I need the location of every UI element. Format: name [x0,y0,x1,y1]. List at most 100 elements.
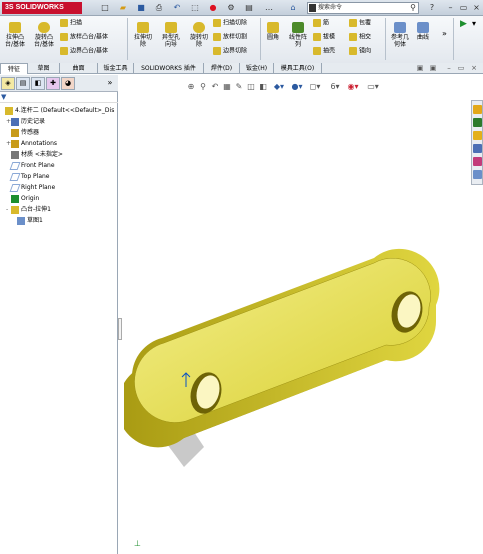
window-minimize-icon[interactable]: – [444,64,454,73]
sweep-button[interactable]: 扫描 [60,19,82,28]
mirror-button[interactable]: 镜向 [349,47,371,56]
more-commands-icon[interactable]: … [262,2,276,14]
history-icon [11,117,19,126]
tree-item-label: Origin [21,195,40,202]
hole-wizard-button[interactable]: 异型孔 向导 [157,22,185,48]
intersect-button[interactable]: 相交 [349,33,371,42]
design-library-icon[interactable] [473,118,482,127]
tile-icon[interactable]: ▣ [415,64,425,73]
tab-sheet-metal-tools[interactable]: 钣金工具 [98,63,134,74]
select-icon[interactable]: ⬚ [188,2,202,14]
fillet-icon [267,22,279,33]
tree-item[interactable]: + 历史记录 [6,116,45,127]
extrude-boss-button[interactable]: 拉伸凸 台/基体 [2,22,28,48]
sweep-icon [60,19,68,27]
linear-pattern-button[interactable]: 线性阵 列 [285,22,311,48]
custom-properties-icon[interactable] [473,170,482,179]
tab-features[interactable]: 特征 [0,63,28,74]
options-icon[interactable]: ⚙ [224,2,238,14]
tab-solidworks-addins[interactable]: SOLIDWORKS 插件 [134,63,204,74]
feature-manager-icon[interactable]: ◈ [1,77,15,90]
resources-icon[interactable] [473,105,482,114]
help-icon[interactable]: ? [425,2,439,14]
display-manager-icon[interactable]: ◕ [61,77,75,90]
ribbon-expand-icon[interactable]: » [442,30,447,38]
solidworks-logo[interactable]: 3S SOLIDWORKS [2,2,82,14]
search-icon[interactable]: ⚲ [410,3,416,13]
shell-icon [313,47,321,55]
configuration-manager-icon[interactable]: ◧ [31,77,45,90]
tree-item-label: Right Plane [21,184,56,191]
tab-surfaces[interactable]: 曲面 [60,63,98,74]
tree-item[interactable]: 传感器 [6,127,39,138]
minimize-icon[interactable]: – [445,2,456,14]
revolve-cut-icon [193,22,205,33]
boundary-cut-button[interactable]: 边界切除 [213,47,247,56]
restore-icon[interactable]: ▭ [458,2,469,14]
part-model[interactable] [124,75,483,554]
wrap-icon [349,19,357,27]
tree-item-label: 历史记录 [21,118,46,125]
splitter-grip[interactable] [118,318,122,340]
boundary-cut-icon [213,47,221,55]
more-icon[interactable]: ▾ [472,20,476,28]
window-close-icon[interactable]: × [469,64,479,73]
tree-filter[interactable]: ▼ [0,93,118,103]
appearances-icon[interactable] [473,157,482,166]
undo-icon[interactable]: ↶ [170,2,184,14]
boundary-boss-button[interactable]: 边界凸台/基体 [60,47,108,56]
extrude-cut-button[interactable]: 拉伸切 除 [130,22,156,48]
draft-button[interactable]: 拔模 [313,33,335,42]
print-icon[interactable]: ⎙ [152,2,166,14]
tree-item[interactable]: Origin [6,193,39,204]
new-icon[interactable]: □ [98,2,112,14]
tab-weldments[interactable]: 焊件(D) [204,63,240,74]
tree-item[interactable]: - 凸台-拉伸1 [6,204,51,215]
tree-item[interactable]: Right Plane [6,182,55,193]
mirror-icon [349,47,357,55]
file-props-icon[interactable]: ▤ [242,2,256,14]
open-icon[interactable]: ▰ [116,2,130,14]
graphics-area[interactable]: ⊕ ⚲ ↶ ▦ ✎ ◫ ◧ ◆▾ ●▾ ◻▾ 6▾ ◉▾ ▭▾ ⊥ [124,75,483,554]
file-explorer-icon[interactable] [473,131,482,140]
wrap-button[interactable]: 包覆 [349,19,371,28]
curves-button[interactable]: 曲线 [414,22,432,41]
property-manager-icon[interactable]: ▤ [16,77,30,90]
save-icon[interactable]: ■ [134,2,148,14]
tree-item[interactable]: Front Plane [6,160,55,171]
loft-icon [60,33,68,41]
dimxpert-icon[interactable]: ✚ [46,77,60,90]
lofted-cut-button[interactable]: 放样切割 [213,33,247,42]
tree-item-label: 材质 <未指定> [21,151,63,158]
reference-geometry-button[interactable]: 参考几 何体 [388,22,412,48]
tree-item[interactable]: Top Plane [6,171,50,182]
tab-mold-tools[interactable]: 模具工具(O) [274,63,322,74]
tree-item[interactable]: 草图1 [12,215,43,226]
command-manager-ribbon: 拉伸凸 台/基体 旋转凸 台/基体 扫描 放样凸台/基体 边界凸台/基体 拉伸切… [0,16,483,63]
search-input[interactable]: 搜索命令 ⚲ [307,2,419,14]
tree-item[interactable]: 4.连杆二 (Default<<Default>_Dis [0,105,114,116]
rib-button[interactable]: 筋 [313,19,329,28]
window-restore-icon[interactable]: ▭ [456,64,466,73]
loft-button[interactable]: 放样凸台/基体 [60,33,108,42]
intersect-icon [349,33,357,41]
revolve-boss-button[interactable]: 旋转凸 台/基体 [30,22,58,48]
material-icon [11,150,19,159]
shell-button[interactable]: 抽壳 [313,47,335,56]
tree-item[interactable]: + Annotations [6,138,57,149]
close-icon[interactable]: × [471,2,482,14]
panel-expand-icon[interactable]: » [103,77,117,90]
play-icon[interactable]: ▶ [460,20,467,29]
revolve-cut-button[interactable]: 旋转切 除 [186,22,212,48]
swept-cut-button[interactable]: 扫描切除 [213,19,247,28]
tab-sheet-metal[interactable]: 钣金(H) [240,63,274,74]
fillet-button[interactable]: 圆角 [262,22,284,41]
view-palette-icon[interactable] [473,144,482,153]
tab-sketch[interactable]: 草图 [28,63,60,74]
view-icon[interactable]: ▣ [428,64,438,73]
plane-icon [9,161,21,170]
home-icon[interactable]: ⌂ [284,2,302,14]
feature-manager-panel: ◈ ▤ ◧ ✚ ◕ » ▼ 4.连杆二 (Default<<Default>_D… [0,75,118,554]
tree-item[interactable]: 材质 <未指定> [6,149,63,160]
rebuild-icon[interactable]: ● [206,2,220,14]
